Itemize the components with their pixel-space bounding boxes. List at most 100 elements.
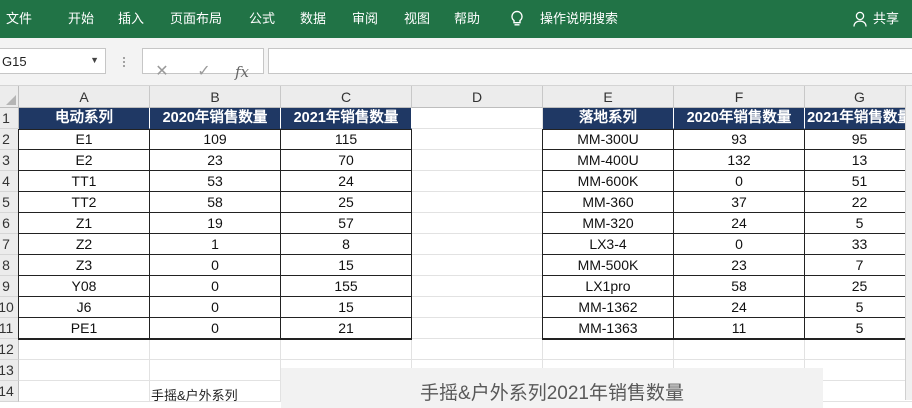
cell[interactable]: [150, 339, 281, 360]
table1-data-cell[interactable]: 24: [281, 171, 412, 192]
table2-data-cell[interactable]: 7: [805, 255, 912, 276]
table1-header-cell[interactable]: 2020年销售数量: [150, 108, 281, 129]
table1-data-cell[interactable]: 57: [281, 213, 412, 234]
cell[interactable]: [412, 150, 543, 171]
table2-data-cell[interactable]: 25: [805, 276, 912, 297]
tab-file[interactable]: 文件: [6, 0, 32, 38]
table1-data-cell[interactable]: 115: [281, 129, 412, 150]
share-button[interactable]: 共享: [873, 0, 899, 38]
tab-review[interactable]: 审阅: [352, 0, 378, 38]
cell[interactable]: [412, 213, 543, 234]
cancel-icon[interactable]: ✕: [151, 61, 173, 83]
table2-data-cell[interactable]: 95: [805, 129, 912, 150]
cell[interactable]: [19, 339, 150, 360]
cell[interactable]: [543, 339, 674, 360]
table1-data-cell[interactable]: 0: [150, 297, 281, 318]
row-header-3[interactable]: 3: [0, 150, 19, 171]
tab-insert[interactable]: 插入: [118, 0, 144, 38]
table2-data-cell[interactable]: MM-500K: [543, 255, 674, 276]
cell[interactable]: [412, 192, 543, 213]
table1-data-cell[interactable]: 23: [150, 150, 281, 171]
cell[interactable]: [19, 360, 150, 381]
row-header-12[interactable]: 12: [0, 339, 19, 360]
table1-data-cell[interactable]: Y08: [19, 276, 150, 297]
table1-data-cell[interactable]: 0: [150, 318, 281, 339]
cell[interactable]: [19, 381, 150, 402]
table2-data-cell[interactable]: 93: [674, 129, 805, 150]
table2-data-cell[interactable]: LX3-4: [543, 234, 674, 255]
table2-data-cell[interactable]: 132: [674, 150, 805, 171]
column-header-d[interactable]: D: [412, 86, 543, 108]
row-header-8[interactable]: 8: [0, 255, 19, 276]
table2-data-cell[interactable]: 37: [674, 192, 805, 213]
table1-data-cell[interactable]: J6: [19, 297, 150, 318]
cell[interactable]: [412, 276, 543, 297]
table2-data-cell[interactable]: 0: [674, 171, 805, 192]
table1-data-cell[interactable]: 53: [150, 171, 281, 192]
enter-icon[interactable]: ✓: [193, 61, 215, 83]
row-header-11[interactable]: 11: [0, 318, 19, 339]
row-header-14[interactable]: 14: [0, 381, 19, 402]
row-header-4[interactable]: 4: [0, 171, 19, 192]
table2-data-cell[interactable]: MM-360: [543, 192, 674, 213]
table1-data-cell[interactable]: 8: [281, 234, 412, 255]
table1-data-cell[interactable]: Z3: [19, 255, 150, 276]
table2-header-cell[interactable]: 落地系列: [543, 108, 674, 129]
table1-data-cell[interactable]: 58: [150, 192, 281, 213]
chevron-down-icon[interactable]: ▼: [90, 55, 99, 65]
table2-data-cell[interactable]: 13: [805, 150, 912, 171]
row-header-2[interactable]: 2: [0, 129, 19, 150]
table1-data-cell[interactable]: 109: [150, 129, 281, 150]
table2-data-cell[interactable]: MM-600K: [543, 171, 674, 192]
insert-function-icon[interactable]: fx: [231, 61, 253, 83]
cell[interactable]: [805, 339, 912, 360]
formula-input[interactable]: [268, 48, 912, 74]
table2-data-cell[interactable]: 11: [674, 318, 805, 339]
table1-data-cell[interactable]: PE1: [19, 318, 150, 339]
table1-data-cell[interactable]: 19: [150, 213, 281, 234]
table2-data-cell[interactable]: 22: [805, 192, 912, 213]
cell[interactable]: [412, 171, 543, 192]
table1-data-cell[interactable]: E1: [19, 129, 150, 150]
cell[interactable]: [412, 255, 543, 276]
table1-data-cell[interactable]: 155: [281, 276, 412, 297]
table1-data-cell[interactable]: Z1: [19, 213, 150, 234]
table2-header-cell[interactable]: 2020年销售数量: [674, 108, 805, 129]
table2-data-cell[interactable]: 0: [674, 234, 805, 255]
table1-header-cell[interactable]: 2021年销售数量: [281, 108, 412, 129]
cell[interactable]: [150, 360, 281, 381]
table2-data-cell[interactable]: 24: [674, 213, 805, 234]
row-header-6[interactable]: 6: [0, 213, 19, 234]
table1-data-cell[interactable]: TT2: [19, 192, 150, 213]
cell[interactable]: [412, 108, 543, 129]
table2-data-cell[interactable]: 5: [805, 297, 912, 318]
column-header-c[interactable]: C: [281, 86, 412, 108]
cell[interactable]: [281, 339, 412, 360]
row-header-5[interactable]: 5: [0, 192, 19, 213]
column-header-a[interactable]: A: [19, 86, 150, 108]
row-header-9[interactable]: 9: [0, 276, 19, 297]
tab-data[interactable]: 数据: [300, 0, 326, 38]
row-header-13[interactable]: 13: [0, 360, 19, 381]
vertical-scrollbar[interactable]: [905, 86, 912, 400]
table1-data-cell[interactable]: 0: [150, 276, 281, 297]
table1-data-cell[interactable]: E2: [19, 150, 150, 171]
tab-formulas[interactable]: 公式: [249, 0, 275, 38]
row-header-7[interactable]: 7: [0, 234, 19, 255]
table1-data-cell[interactable]: 15: [281, 255, 412, 276]
column-header-g[interactable]: G: [805, 86, 912, 108]
table1-data-cell[interactable]: Z2: [19, 234, 150, 255]
table1-header-cell[interactable]: 电动系列: [19, 108, 150, 129]
column-header-e[interactable]: E: [543, 86, 674, 108]
table1-data-cell[interactable]: 1: [150, 234, 281, 255]
table2-data-cell[interactable]: 5: [805, 318, 912, 339]
table1-data-cell[interactable]: 21: [281, 318, 412, 339]
cell[interactable]: [412, 297, 543, 318]
table2-data-cell[interactable]: 58: [674, 276, 805, 297]
column-header-f[interactable]: F: [674, 86, 805, 108]
table2-data-cell[interactable]: 51: [805, 171, 912, 192]
chart[interactable]: 手摇&户外系列2021年销售数量: [281, 368, 823, 408]
cell[interactable]: [412, 339, 543, 360]
table2-header-cell[interactable]: 2021年销售数量: [805, 108, 912, 129]
table2-data-cell[interactable]: 5: [805, 213, 912, 234]
